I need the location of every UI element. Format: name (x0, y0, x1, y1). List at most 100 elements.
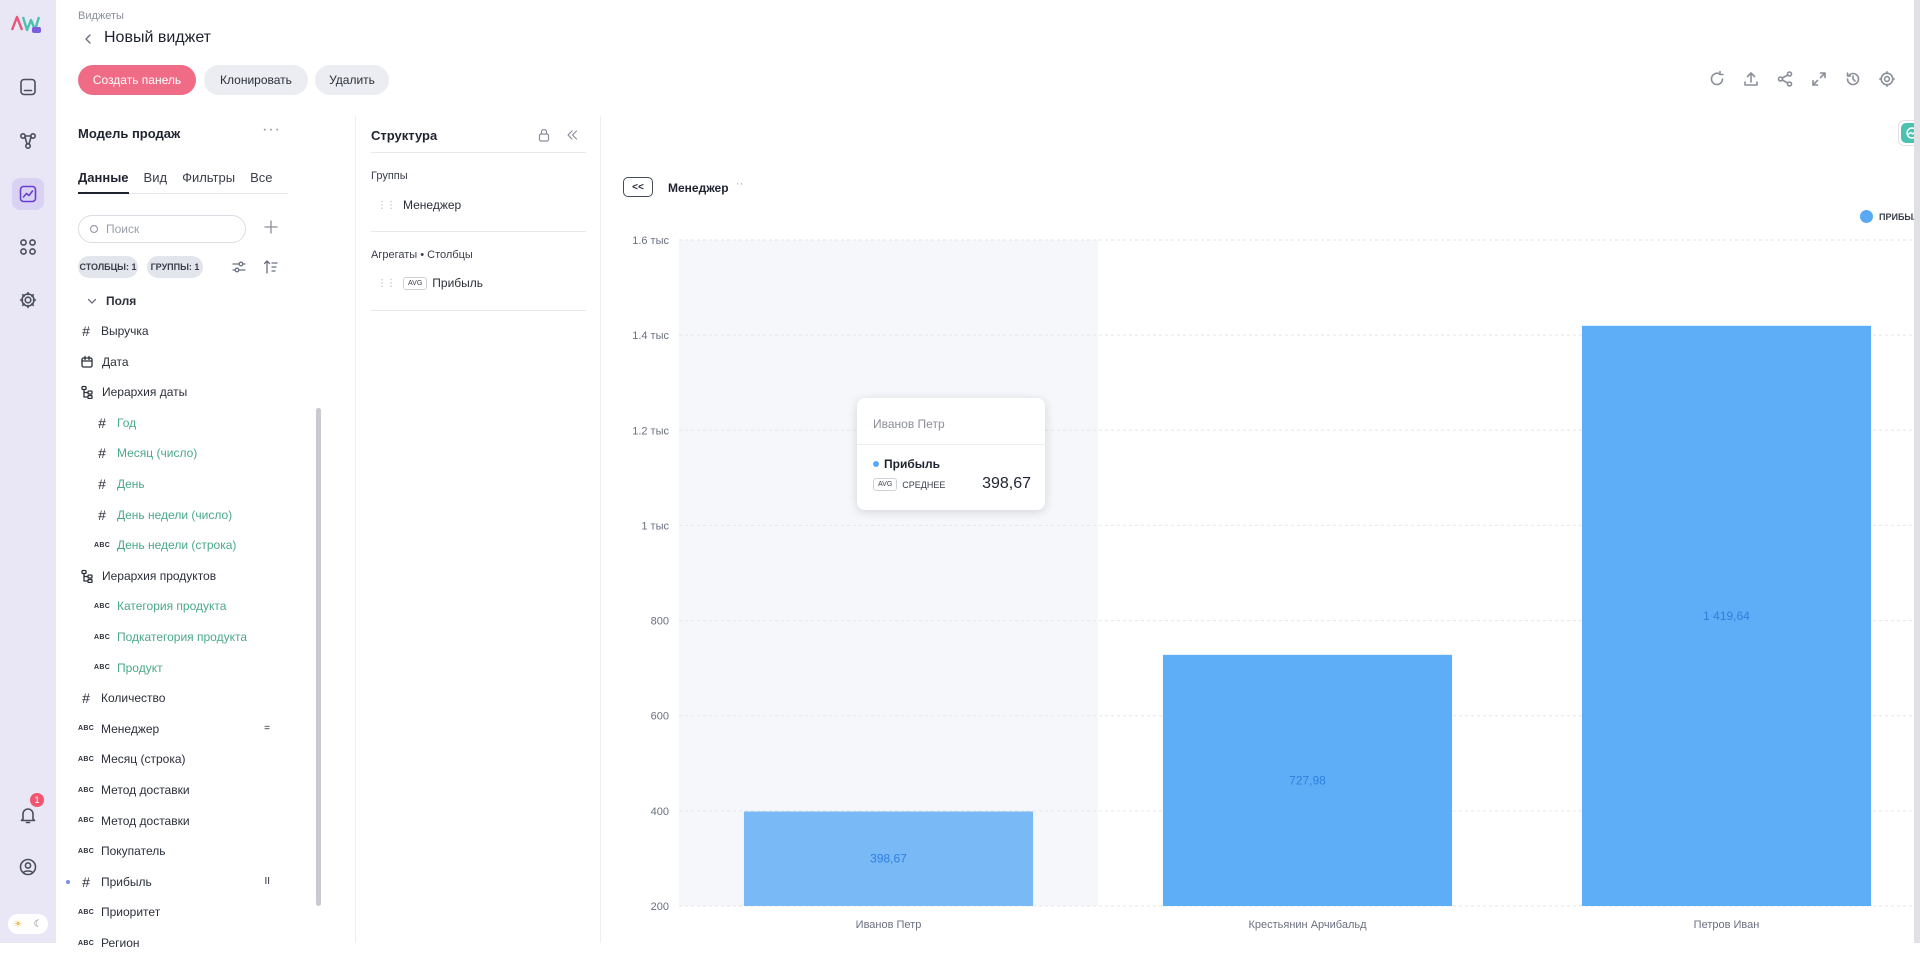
string-type-icon: ABC (94, 602, 111, 610)
field-item[interactable]: # День (94, 473, 294, 495)
breadcrumb[interactable]: Виджеты (78, 10, 124, 22)
aggregate-item[interactable]: ⋮⋮ AVG Прибыль (377, 276, 483, 290)
sort-icon[interactable] (262, 258, 280, 276)
y-tick-label: 400 (651, 806, 669, 818)
string-type-icon: ABC (78, 786, 95, 794)
field-label: Регион (101, 936, 140, 950)
drag-handle-icon[interactable]: ⋮⋮ (377, 278, 396, 289)
tooltip-value: 398,67 (982, 475, 1031, 492)
group-item-label: Менеджер (403, 198, 462, 212)
field-item[interactable]: ABC Продукт (94, 657, 294, 679)
field-item[interactable]: # Прибыль II (66, 871, 278, 893)
theme-toggle[interactable]: ☀ ☾ (8, 914, 48, 934)
structure-title: Структура (371, 128, 438, 143)
rail-apps[interactable] (12, 231, 44, 263)
rail-dashboards[interactable] (12, 71, 44, 103)
field-item[interactable]: ABC Приоритет (78, 901, 278, 923)
tab-all[interactable]: Все (250, 170, 272, 194)
sliders-icon[interactable] (230, 258, 248, 276)
expand-icon (1812, 72, 1826, 86)
y-tick-label: 200 (651, 901, 669, 913)
field-item[interactable]: Иерархия продуктов (78, 565, 278, 587)
field-item[interactable]: ABC Покупатель (78, 840, 278, 862)
tab-view[interactable]: Вид (144, 170, 168, 194)
tab-data[interactable]: Данные (78, 170, 129, 194)
groups-heading: Группы (371, 170, 408, 182)
refresh-icon (1710, 70, 1724, 86)
field-label: Прибыль (101, 874, 152, 889)
field-item[interactable]: ABC День недели (строка) (94, 534, 294, 556)
field-item[interactable]: # Год (94, 412, 294, 434)
panel-divider (355, 116, 356, 943)
search-icon (89, 224, 99, 234)
rail-models[interactable] (12, 125, 44, 157)
field-label: Подкатегория продукта (117, 630, 247, 644)
search-input[interactable]: Поиск (78, 215, 246, 243)
rail-settings[interactable] (12, 284, 44, 316)
tooltip-title: Иванов Петр (873, 417, 945, 431)
tab-filters[interactable]: Фильтры (182, 170, 235, 194)
lock-icon[interactable] (536, 127, 552, 143)
fullscreen-button[interactable] (1810, 70, 1828, 88)
field-label: Метод доставки (101, 813, 190, 828)
chart-line-icon (19, 185, 37, 203)
field-item[interactable]: # Месяц (число) (94, 442, 294, 464)
string-type-icon: ABC (78, 755, 95, 763)
export-button[interactable] (1742, 70, 1760, 88)
field-item[interactable]: ABC Категория продукта (94, 595, 294, 617)
avg-badge[interactable]: AVG (403, 276, 428, 290)
field-item[interactable]: Дата (78, 351, 278, 373)
field-label: Выручка (101, 324, 149, 338)
rail-widgets[interactable] (12, 178, 44, 210)
y-tick-label: 600 (651, 711, 669, 723)
field-item[interactable]: # Количество (78, 687, 278, 709)
rail-notifications[interactable]: 1 (12, 793, 44, 831)
fields-scrollbar[interactable] (316, 408, 321, 906)
y-tick-label: 1.2 тыс (632, 425, 669, 437)
groups-chip[interactable]: ГРУППЫ: 1 (147, 256, 203, 278)
delete-button[interactable]: Удалить (315, 65, 389, 95)
field-label: Количество (101, 691, 166, 706)
plus-icon[interactable] (262, 218, 280, 236)
field-label: Иерархия продуктов (102, 568, 217, 583)
share-button[interactable] (1776, 70, 1794, 88)
columns-chip[interactable]: СТОЛБЦЫ: 1 (78, 256, 138, 278)
field-item[interactable]: ABC Метод доставки (78, 810, 278, 832)
widget-settings-button[interactable] (1878, 70, 1896, 88)
group-item[interactable]: ⋮⋮ Менеджер (377, 198, 461, 212)
clone-button[interactable]: Клонировать (204, 65, 308, 95)
chevron-left-icon[interactable] (82, 33, 94, 45)
field-label: Месяц (строка) (101, 752, 186, 767)
history-button[interactable] (1844, 70, 1862, 88)
field-item[interactable]: Иерархия даты (78, 381, 278, 403)
field-item[interactable]: ABC Менеджер = (78, 718, 278, 740)
fields-section-label: Поля (106, 294, 137, 308)
model-menu-button[interactable]: ··· (262, 121, 281, 139)
y-tick-label: 800 (651, 616, 669, 628)
field-label: Год (117, 415, 137, 430)
rail-profile[interactable] (12, 851, 44, 883)
tooltip-aggregation: AVG СРЕДНЕЕ (873, 478, 945, 491)
drag-handle-icon[interactable]: ⋮⋮ (377, 200, 396, 211)
fields-section-header[interactable]: Поля (86, 290, 286, 312)
tooltip-series: Прибыль (873, 457, 940, 471)
bar-data-label: 727,98 (1289, 773, 1326, 787)
field-item[interactable]: ABC Подкатегория продукта (94, 626, 294, 648)
bell-icon (20, 808, 36, 824)
field-usage-marker: = (264, 723, 270, 735)
create-panel-button[interactable]: Создать панель (78, 65, 196, 95)
number-type-icon: # (98, 476, 106, 492)
field-item[interactable]: ABC Регион (78, 932, 278, 954)
field-label: Приоритет (101, 905, 161, 920)
field-label: Продукт (117, 660, 163, 675)
field-label: Категория продукта (117, 599, 227, 614)
number-type-icon: # (82, 690, 90, 707)
field-item[interactable]: # День недели (число) (94, 504, 294, 526)
refresh-button[interactable] (1708, 70, 1726, 88)
app-logo[interactable] (10, 14, 42, 34)
field-item[interactable]: ABC Месяц (строка) (78, 748, 278, 770)
field-item[interactable]: # Выручка (78, 320, 278, 342)
double-chevron-left-icon[interactable] (564, 127, 580, 143)
field-item[interactable]: ABC Метод доставки (78, 779, 278, 801)
x-tick-label: Петров Иван (1694, 919, 1760, 931)
